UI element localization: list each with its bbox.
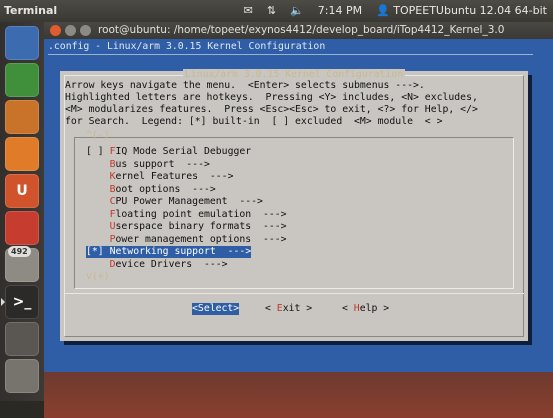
help-line-4: for Search. Legend: [*] built-in [ ] exc… [65, 116, 443, 127]
help-line-2: Highlighted letters are hotkeys. Pressin… [65, 92, 478, 103]
close-button[interactable] [50, 25, 61, 36]
menu-item-label: PU Power Management ---> [115, 196, 263, 207]
window-titlebar[interactable]: root@ubuntu: /home/topeet/exynos4412/dev… [44, 22, 553, 39]
menu-item-state [86, 171, 110, 182]
menu-item-state [86, 184, 110, 195]
user-menu[interactable]: 👤 TOPEETUbuntu 12.04 64-bit [376, 4, 547, 17]
menu-item[interactable]: Boot options ---> [86, 184, 216, 196]
button-divider [64, 293, 524, 294]
menu-item-label: serspace binary formats ---> [115, 221, 287, 232]
dialog-title: Linux/arm 3.0.15 Kernel Configuration [182, 69, 406, 80]
menu-item-state [86, 234, 110, 245]
mail-icon[interactable]: ✉ [244, 4, 253, 17]
help-button[interactable]: < Help > [342, 303, 389, 315]
menu-item[interactable]: Bus support ---> [86, 159, 210, 171]
minimize-button[interactable] [65, 25, 76, 36]
menu-item-label: ower management options ---> [115, 233, 287, 245]
maximize-button[interactable] [80, 25, 91, 36]
app-title: Terminal [4, 4, 58, 17]
menu-item-state [86, 221, 110, 232]
update-manager-icon[interactable]: 492 [5, 246, 39, 282]
select-button[interactable]: <Select> [192, 303, 240, 315]
trash-icon[interactable] [5, 359, 39, 393]
menu-item[interactable]: CPU Power Management ---> [86, 196, 263, 208]
impress-icon[interactable] [5, 100, 39, 134]
menu-item[interactable]: [ ] FIQ Mode Serial Debugger [86, 146, 251, 158]
exit-button[interactable]: < Exit > [265, 303, 312, 315]
help-line-1: Arrow keys navigate the menu. <Enter> se… [65, 80, 425, 91]
menu-item[interactable]: Userspace binary formats ---> [86, 221, 287, 233]
scroll-up-indicator: ^(-) [86, 130, 110, 141]
menu-item-state [86, 159, 110, 170]
menu-item[interactable]: [*] Networking support ---> [86, 246, 252, 258]
system-tray: ✉ ⇅ 🔈 7:14 PM 👤 TOPEETUbuntu 12.04 64-bi… [244, 4, 547, 17]
help-line-3: <M> modularizes features. Press <Esc><Es… [65, 104, 478, 115]
desktop-background [44, 372, 553, 418]
menu-item-state [86, 259, 110, 270]
menu-item-label: loating point emulation ---> [115, 208, 287, 220]
menu-item[interactable]: Kernel Features ---> [86, 171, 234, 183]
menu-item[interactable]: Power management options ---> [86, 234, 287, 246]
menuconfig-dialog: Linux/arm 3.0.15 Kernel Configuration Ar… [60, 69, 528, 341]
menu-item-label: us support ---> [115, 158, 210, 170]
terminal-content[interactable]: .config - Linux/arm 3.0.15 Kernel Config… [44, 39, 553, 418]
menu-item-state [86, 196, 110, 207]
scroll-down-indicator: v(+) [86, 271, 110, 282]
top-panel: Terminal ✉ ⇅ 🔈 7:14 PM 👤 TOPEETUbuntu 12… [0, 0, 553, 22]
software-center-icon[interactable] [5, 137, 39, 171]
settings-icon[interactable] [5, 211, 39, 245]
menu-item-label: etworking support ---> [115, 246, 252, 257]
running-indicator [1, 298, 5, 306]
user-name: TOPEETUbuntu 12.04 64-bit [393, 4, 547, 17]
menu-item-state: [ ] [86, 146, 110, 157]
update-count-badge: 492 [8, 246, 31, 257]
menu-item[interactable]: Device Drivers ---> [86, 259, 228, 271]
volume-icon[interactable]: 🔈 [290, 4, 304, 17]
files-icon[interactable] [5, 26, 39, 60]
window-title: root@ubuntu: /home/topeet/exynos4412/dev… [98, 24, 505, 36]
workspace-icon[interactable] [5, 322, 39, 356]
menu-item-label: oot options ---> [115, 183, 216, 195]
network-icon[interactable]: ⇅ [267, 4, 276, 17]
menu-item-state [86, 209, 110, 220]
launcher: U 492 >_ [0, 22, 45, 401]
menu-item-state: [*] [86, 246, 110, 257]
calc-icon[interactable] [5, 63, 39, 97]
menu-item[interactable]: Floating point emulation ---> [86, 209, 287, 221]
menu-item-label: ernel Features ---> [115, 171, 234, 182]
clock[interactable]: 7:14 PM [318, 4, 362, 17]
terminal-icon[interactable]: >_ [1, 285, 39, 319]
config-header: .config - Linux/arm 3.0.15 Kernel Config… [48, 41, 326, 52]
menu-item-label: evice Drivers ---> [115, 258, 228, 270]
menu-item-label: IQ Mode Serial Debugger [115, 146, 252, 157]
header-divider [48, 54, 533, 55]
ubuntu-one-icon[interactable]: U [5, 174, 39, 208]
terminal-window: root@ubuntu: /home/topeet/exynos4412/dev… [44, 22, 553, 418]
